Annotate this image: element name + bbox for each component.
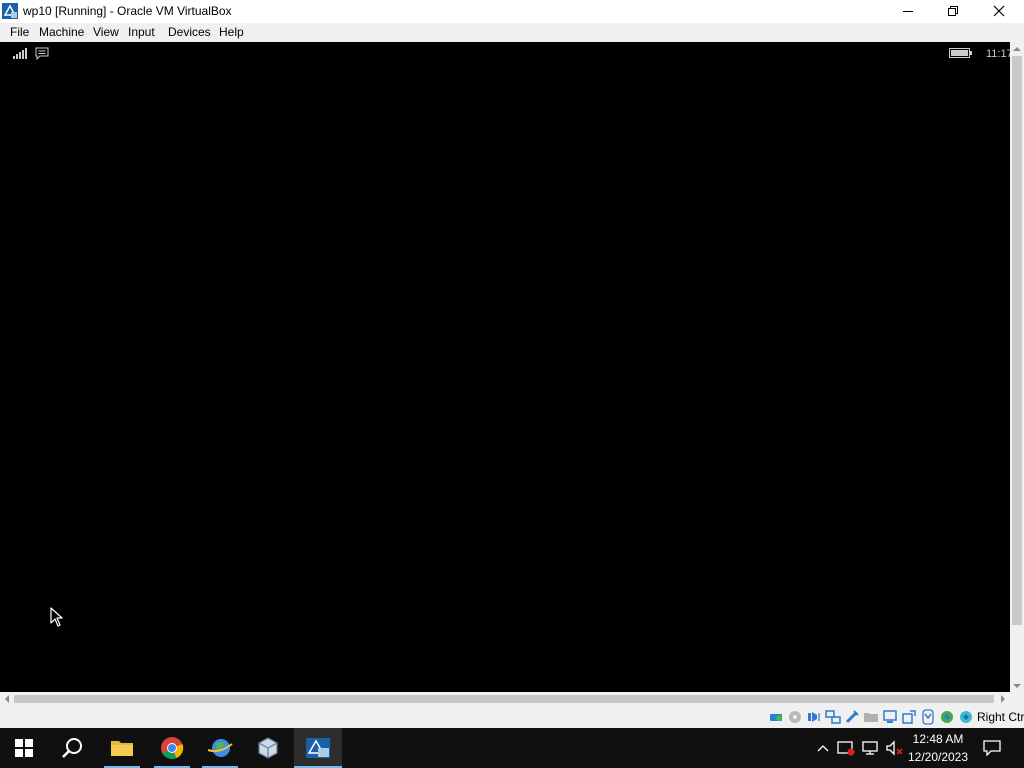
- taskbar-virtualbox[interactable]: [244, 728, 292, 768]
- vertical-scroll-thumb[interactable]: [1012, 56, 1022, 625]
- scroll-left-arrow-icon[interactable]: [0, 692, 14, 706]
- file-explorer-icon: [111, 741, 133, 756]
- scroll-up-arrow-icon[interactable]: [1010, 42, 1024, 56]
- host-key-label[interactable]: Right Ctrl: [977, 710, 1024, 724]
- close-icon: [993, 5, 1005, 17]
- close-button[interactable]: [976, 0, 1022, 22]
- clock-time: 12:48 AM: [912, 732, 964, 746]
- mouse-pointer-icon: [50, 607, 64, 630]
- usb-icon[interactable]: [844, 709, 860, 725]
- audio-icon[interactable]: [806, 709, 822, 725]
- window-title: wp10 [Running] - Oracle VM VirtualBox: [23, 4, 232, 18]
- taskbar-virtualbox-vm[interactable]: [294, 728, 342, 768]
- restore-button[interactable]: [930, 0, 976, 22]
- notifications-icon[interactable]: [980, 728, 1004, 768]
- clock-date: 12/20/2023: [907, 750, 969, 764]
- search-button[interactable]: [48, 728, 96, 768]
- shared-folders-icon[interactable]: [863, 709, 879, 725]
- scroll-right-arrow-icon[interactable]: [996, 692, 1010, 706]
- keyboard-capture-icon[interactable]: [958, 709, 974, 725]
- vertical-scrollbar[interactable]: [1010, 42, 1024, 692]
- virtualbox-icon: [2, 3, 18, 19]
- vm-status-bar: Right Ctrl: [0, 706, 1024, 728]
- cpu-icon[interactable]: [939, 709, 955, 725]
- battery-icon: [949, 47, 973, 62]
- scrollbar-corner: [1010, 692, 1024, 706]
- minimize-icon: [903, 11, 913, 12]
- menu-machine[interactable]: Machine: [39, 25, 84, 39]
- windows-logo-icon: [15, 739, 33, 757]
- signal-icon: [12, 48, 28, 63]
- optical-drive-icon[interactable]: [787, 709, 803, 725]
- menu-view[interactable]: View: [93, 25, 119, 39]
- search-icon: [62, 738, 82, 758]
- minimize-button[interactable]: [885, 0, 931, 22]
- message-icon[interactable]: [35, 47, 49, 63]
- scroll-down-arrow-icon[interactable]: [1010, 679, 1024, 693]
- menu-file[interactable]: File: [10, 25, 29, 39]
- taskbar: 12:48 AM 12/20/2023: [0, 728, 1024, 768]
- taskbar-clock[interactable]: 12:48 AM 12/20/2023: [902, 730, 974, 766]
- taskbar-network-app[interactable]: [196, 728, 244, 768]
- vm-display[interactable]: 11:17: [0, 42, 1010, 692]
- security-icon[interactable]: [836, 728, 856, 768]
- video-capture-icon[interactable]: [901, 709, 917, 725]
- menu-devices[interactable]: Devices: [168, 25, 211, 39]
- chrome-icon: [161, 737, 184, 759]
- guest-status-time: 11:17: [986, 48, 1010, 60]
- menu-help[interactable]: Help: [219, 25, 244, 39]
- network-globe-icon: [207, 739, 233, 757]
- horizontal-scrollbar[interactable]: [0, 692, 1010, 706]
- hard-disk-icon[interactable]: [768, 709, 784, 725]
- mouse-integration-icon[interactable]: [920, 709, 936, 725]
- window-titlebar[interactable]: wp10 [Running] - Oracle VM VirtualBox: [0, 0, 1024, 23]
- show-hidden-icons[interactable]: [812, 728, 834, 768]
- start-button[interactable]: [0, 728, 48, 768]
- virtualbox-icon: [258, 737, 278, 759]
- maximize-icon: [948, 6, 958, 16]
- virtualbox-vm-icon: [306, 738, 330, 758]
- taskbar-file-explorer[interactable]: [98, 728, 146, 768]
- network-icon[interactable]: [860, 728, 880, 768]
- display-icon[interactable]: [882, 709, 898, 725]
- taskbar-chrome[interactable]: [148, 728, 196, 768]
- menu-bar: File Machine View Input Devices Help: [0, 23, 1024, 42]
- horizontal-scroll-thumb[interactable]: [14, 695, 994, 703]
- menu-input[interactable]: Input: [128, 25, 155, 39]
- network-icon[interactable]: [825, 709, 841, 725]
